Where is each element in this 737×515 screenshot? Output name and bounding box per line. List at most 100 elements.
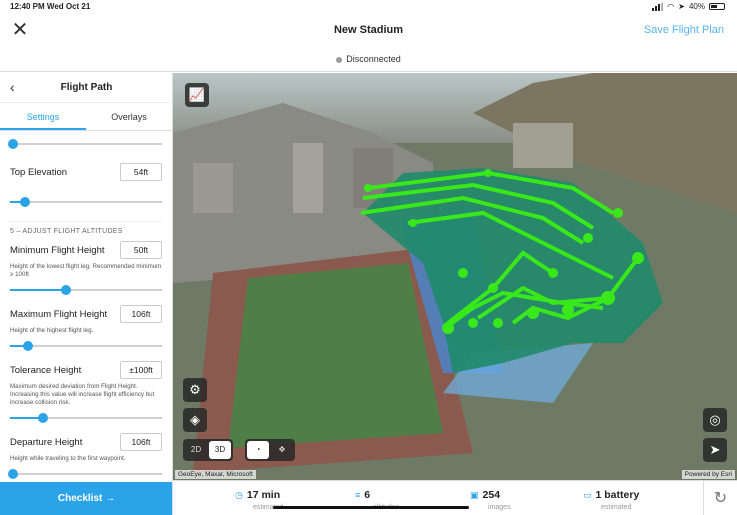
slider-knob[interactable] (38, 413, 49, 423)
max-height-input[interactable]: 106ft (120, 305, 162, 323)
battery-icon (709, 3, 725, 10)
stat-images: ▣ 254 images (470, 485, 511, 511)
min-height-input[interactable]: 50ft (120, 241, 162, 259)
tolerance-row: Tolerance Height ±100ft (10, 359, 162, 383)
elevation-slider[interactable] (8, 133, 162, 155)
tolerance-slider[interactable] (10, 407, 162, 429)
home-indicator (273, 506, 469, 509)
camera-tools[interactable]: ◔ ✥ (245, 439, 295, 461)
min-height-label: Minimum Flight Height (10, 245, 105, 256)
sidebar: ‹ Flight Path Settings Overlays Top Elev… (0, 73, 173, 515)
slider-knob[interactable] (23, 341, 34, 351)
stat-altitudes-value: 6 (364, 489, 371, 501)
refresh-icon[interactable]: ↻ (703, 481, 737, 515)
waypoint[interactable] (484, 169, 492, 177)
tab-overlays[interactable]: Overlays (86, 103, 172, 130)
tolerance-label: Tolerance Height (10, 365, 82, 376)
header: ✕ New Stadium Save Flight Plan Disconnec… (0, 14, 737, 72)
map-attribution-left: GeoEye, Maxar, Microsoft (175, 470, 256, 479)
sidebar-header: ‹ Flight Path (0, 73, 172, 103)
flight-summary-bar: ◷17 min estimated ≡6 altitudes ▣254 imag… (173, 480, 737, 515)
stat-images-unit: images (488, 504, 511, 511)
departure-description: Height while traveling to the first wayp… (10, 455, 126, 462)
stat-time-value: 17 min (246, 489, 281, 501)
layers-icon[interactable]: ◈ (183, 408, 207, 432)
mode-3d-button[interactable]: 3D (209, 441, 231, 459)
max-height-label: Maximum Flight Height (10, 309, 108, 320)
battery-percent: 40% (688, 2, 705, 11)
status-indicators: ◠ ➤ 40% (652, 2, 725, 11)
connection-dot-icon (336, 56, 343, 63)
waypoint[interactable] (583, 233, 593, 243)
stat-images-value: 254 (482, 489, 501, 501)
min-height-row: Minimum Flight Height 50ft (10, 239, 162, 263)
connection-label: Disconnected (346, 54, 401, 64)
waypoint[interactable] (442, 322, 454, 334)
altitude-icon: ≡ (355, 490, 361, 500)
departure-input[interactable]: 106ft (120, 433, 162, 451)
football-field (228, 263, 443, 448)
slider-knob[interactable] (61, 285, 72, 295)
waypoint[interactable] (488, 283, 498, 293)
map-view[interactable]: 📈 ⚙ ◈ 2D 3D ◔ ✥ ◎ ➤ GeoEye, Maxar, Micro… (173, 73, 737, 480)
waypoint[interactable] (468, 318, 478, 328)
waypoint[interactable] (601, 291, 615, 305)
locate-icon[interactable]: ◎ (703, 408, 727, 432)
tolerance-input[interactable]: ±100ft (120, 361, 162, 379)
top-elevation-label: Top Elevation (10, 167, 68, 178)
location-arrow-icon: ➤ (678, 2, 685, 11)
page-title: New Stadium (333, 24, 404, 36)
battery-icon: ▭ (583, 490, 592, 500)
mode-2d-button[interactable]: 2D (185, 441, 207, 459)
waypoint[interactable] (562, 304, 574, 316)
top-elevation-row: Top Elevation 54ft (10, 161, 162, 185)
section-title: 5 – ADJUST FLIGHT ALTITUDES (10, 221, 162, 235)
map-attribution-right[interactable]: Powered by Esri (681, 470, 735, 479)
waypoint[interactable] (548, 268, 558, 278)
max-height-slider[interactable] (10, 335, 162, 357)
waypoint[interactable] (527, 307, 539, 319)
status-bar: 12:40 PM Wed Oct 21 ◠ ➤ 40% (0, 0, 737, 14)
slider-knob[interactable] (20, 197, 31, 207)
view-mode-toggle[interactable]: 2D 3D (183, 439, 233, 461)
wifi-icon: ◠ (667, 2, 675, 11)
map-3d-scene (173, 73, 737, 480)
waypoint[interactable] (613, 208, 623, 218)
max-height-description: Height of the highest flight leg. (10, 327, 94, 334)
min-height-description: Height of the lowest flight leg. Recomme… (10, 263, 162, 278)
top-elevation-input[interactable]: 54ft (120, 163, 162, 181)
stat-battery: ▭ 1 battery estimated (583, 485, 639, 511)
sidebar-tabs: Settings Overlays (0, 103, 172, 131)
slider-knob[interactable] (8, 469, 19, 479)
departure-label: Departure Height (10, 437, 83, 448)
waypoint[interactable] (409, 219, 417, 227)
sidebar-title: Flight Path (60, 82, 113, 93)
status-time-date: 12:40 PM Wed Oct 21 (10, 2, 91, 11)
gear-icon[interactable]: ⚙ (183, 378, 207, 402)
tolerance-description: Maximum desired deviation from Flight He… (10, 383, 155, 406)
building (293, 143, 323, 213)
building (193, 163, 233, 213)
save-flight-plan-button[interactable]: Save Flight Plan (644, 24, 724, 36)
move-icon[interactable]: ✥ (271, 441, 293, 459)
stat-battery-value: 1 battery (595, 489, 640, 501)
checklist-button[interactable]: Checklist → (0, 482, 172, 515)
stat-battery-unit: estimated (601, 504, 632, 511)
max-height-row: Maximum Flight Height 106ft (10, 303, 162, 327)
waypoint[interactable] (458, 268, 468, 278)
top-elevation-slider[interactable] (10, 191, 162, 213)
navigate-icon[interactable]: ➤ (703, 438, 727, 462)
building (513, 123, 573, 168)
waypoint[interactable] (632, 252, 644, 264)
waypoint[interactable] (493, 318, 503, 328)
min-height-slider[interactable] (10, 279, 162, 301)
slider-knob[interactable] (8, 139, 19, 149)
connection-status: Disconnected (0, 54, 737, 64)
tab-settings[interactable]: Settings (0, 103, 86, 130)
clock-icon: ◷ (235, 490, 243, 500)
signal-icon (652, 2, 664, 11)
image-icon: ▣ (470, 490, 479, 500)
chart-icon[interactable]: 📈 (185, 83, 209, 107)
waypoint[interactable] (364, 184, 372, 192)
orbit-icon[interactable]: ◔ (247, 441, 269, 459)
